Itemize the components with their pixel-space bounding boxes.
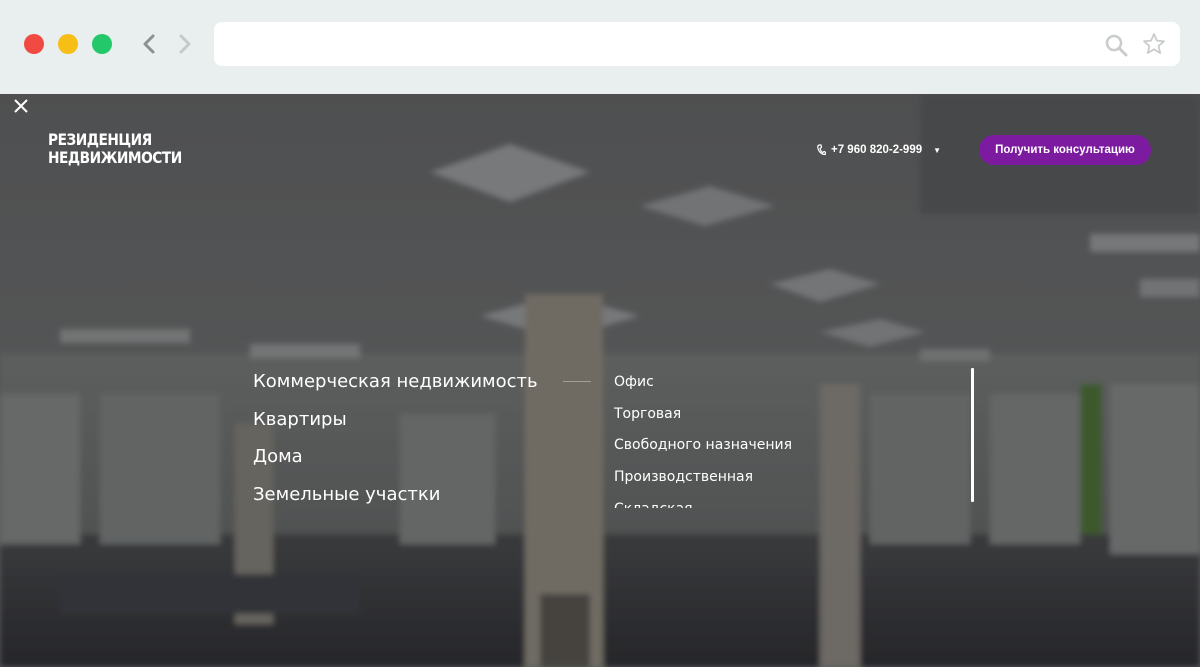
back-arrow-icon[interactable] xyxy=(138,31,162,57)
active-category-connector xyxy=(563,381,591,382)
forward-arrow-icon[interactable] xyxy=(172,31,196,57)
page: РЕЗИДЕНЦИЯ НЕДВИЖИМОСТИ +7 960 820-2-999… xyxy=(0,94,1200,667)
sub-item-free-purpose[interactable]: Свободного назначения xyxy=(614,435,814,467)
subcategory-list: Офис Торговая Свободного назначения Прои… xyxy=(614,372,814,508)
logo[interactable]: РЕЗИДЕНЦИЯ НЕДВИЖИМОСТИ xyxy=(48,130,182,167)
sub-item-office[interactable]: Офис xyxy=(614,372,814,404)
window-close-dot[interactable] xyxy=(24,34,44,54)
star-icon[interactable] xyxy=(1142,32,1166,56)
menu-item-commercial[interactable]: Коммерческая недвижимость xyxy=(253,368,538,406)
menu-item-land[interactable]: Земельные участки xyxy=(253,481,538,519)
phone-dropdown[interactable]: +7 960 820-2-999 ▼ xyxy=(816,142,941,158)
browser-chrome xyxy=(0,0,1200,94)
search-icon[interactable] xyxy=(1104,33,1128,57)
category-menu: Коммерческая недвижимость Квартиры Дома … xyxy=(253,368,538,518)
sub-item-warehouse[interactable]: Складская xyxy=(614,499,814,508)
menu-item-houses[interactable]: Дома xyxy=(253,443,538,481)
logo-line-1: РЕЗИДЕНЦИЯ xyxy=(48,130,152,149)
window-maximize-dot[interactable] xyxy=(92,34,112,54)
sub-item-retail[interactable]: Торговая xyxy=(614,404,814,436)
menu-item-apartments[interactable]: Квартиры xyxy=(253,406,538,444)
get-consultation-button[interactable]: Получить консультацию xyxy=(979,135,1151,165)
sub-item-industrial[interactable]: Производственная xyxy=(614,467,814,499)
logo-line-2: НЕДВИЖИМОСТИ xyxy=(48,148,182,167)
address-bar[interactable] xyxy=(214,22,1180,66)
close-icon[interactable] xyxy=(12,97,30,115)
menu-overlay xyxy=(0,94,1200,667)
phone-icon xyxy=(817,144,826,156)
window-minimize-dot[interactable] xyxy=(58,34,78,54)
chevron-down-icon[interactable]: ▼ xyxy=(933,146,941,155)
subcategory-scrollbar[interactable] xyxy=(971,368,974,502)
phone-number[interactable]: +7 960 820-2-999 xyxy=(831,144,922,156)
